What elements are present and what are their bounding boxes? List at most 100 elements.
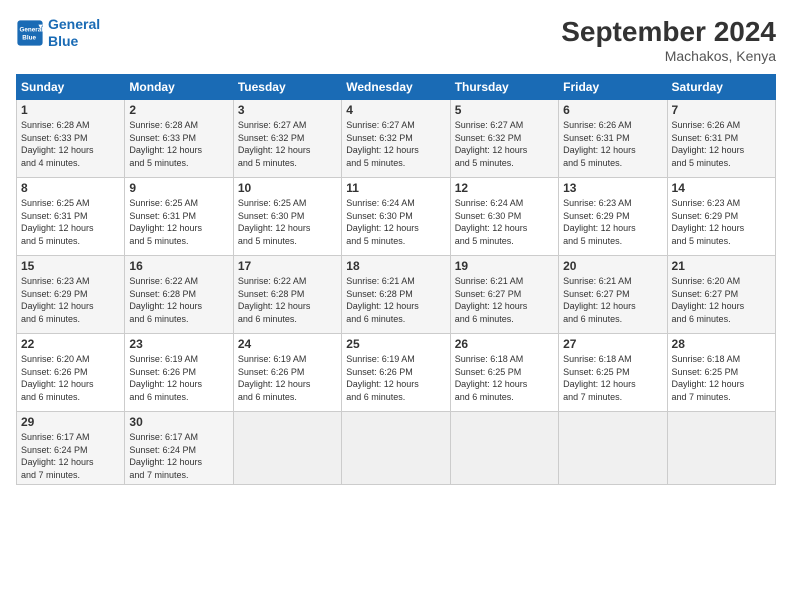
day-info: Sunrise: 6:18 AM Sunset: 6:25 PM Dayligh… — [563, 353, 662, 403]
table-row: 1 Sunrise: 6:28 AM Sunset: 6:33 PM Dayli… — [17, 100, 125, 178]
day-number: 18 — [346, 259, 445, 273]
day-info: Sunrise: 6:20 AM Sunset: 6:27 PM Dayligh… — [672, 275, 771, 325]
day-number: 16 — [129, 259, 228, 273]
table-row: 25 Sunrise: 6:19 AM Sunset: 6:26 PM Dayl… — [342, 334, 450, 412]
day-number: 21 — [672, 259, 771, 273]
day-info: Sunrise: 6:23 AM Sunset: 6:29 PM Dayligh… — [21, 275, 120, 325]
logo-text: General Blue — [48, 16, 100, 50]
table-row: 20 Sunrise: 6:21 AM Sunset: 6:27 PM Dayl… — [559, 256, 667, 334]
day-number: 7 — [672, 103, 771, 117]
table-row: 21 Sunrise: 6:20 AM Sunset: 6:27 PM Dayl… — [667, 256, 775, 334]
day-info: Sunrise: 6:23 AM Sunset: 6:29 PM Dayligh… — [672, 197, 771, 247]
table-row — [450, 412, 558, 485]
calendar: Sunday Monday Tuesday Wednesday Thursday… — [16, 74, 776, 485]
day-number: 28 — [672, 337, 771, 351]
day-number: 8 — [21, 181, 120, 195]
month-title: September 2024 — [561, 16, 776, 48]
day-number: 5 — [455, 103, 554, 117]
col-tuesday: Tuesday — [233, 75, 341, 100]
day-info: Sunrise: 6:18 AM Sunset: 6:25 PM Dayligh… — [455, 353, 554, 403]
col-friday: Friday — [559, 75, 667, 100]
table-row: 28 Sunrise: 6:18 AM Sunset: 6:25 PM Dayl… — [667, 334, 775, 412]
calendar-row: 29 Sunrise: 6:17 AM Sunset: 6:24 PM Dayl… — [17, 412, 776, 485]
table-row: 11 Sunrise: 6:24 AM Sunset: 6:30 PM Dayl… — [342, 178, 450, 256]
day-info: Sunrise: 6:25 AM Sunset: 6:30 PM Dayligh… — [238, 197, 337, 247]
day-number: 14 — [672, 181, 771, 195]
table-row — [233, 412, 341, 485]
day-info: Sunrise: 6:25 AM Sunset: 6:31 PM Dayligh… — [21, 197, 120, 247]
day-number: 3 — [238, 103, 337, 117]
table-row — [667, 412, 775, 485]
location-title: Machakos, Kenya — [561, 48, 776, 64]
day-info: Sunrise: 6:27 AM Sunset: 6:32 PM Dayligh… — [346, 119, 445, 169]
calendar-row: 15 Sunrise: 6:23 AM Sunset: 6:29 PM Dayl… — [17, 256, 776, 334]
calendar-header-row: Sunday Monday Tuesday Wednesday Thursday… — [17, 75, 776, 100]
col-sunday: Sunday — [17, 75, 125, 100]
day-number: 20 — [563, 259, 662, 273]
header: General Blue General Blue September 2024… — [16, 16, 776, 64]
calendar-row: 22 Sunrise: 6:20 AM Sunset: 6:26 PM Dayl… — [17, 334, 776, 412]
day-info: Sunrise: 6:19 AM Sunset: 6:26 PM Dayligh… — [129, 353, 228, 403]
logo-icon: General Blue — [16, 19, 44, 47]
day-info: Sunrise: 6:26 AM Sunset: 6:31 PM Dayligh… — [672, 119, 771, 169]
table-row: 19 Sunrise: 6:21 AM Sunset: 6:27 PM Dayl… — [450, 256, 558, 334]
day-info: Sunrise: 6:27 AM Sunset: 6:32 PM Dayligh… — [455, 119, 554, 169]
table-row: 29 Sunrise: 6:17 AM Sunset: 6:24 PM Dayl… — [17, 412, 125, 485]
col-saturday: Saturday — [667, 75, 775, 100]
day-info: Sunrise: 6:19 AM Sunset: 6:26 PM Dayligh… — [238, 353, 337, 403]
day-number: 9 — [129, 181, 228, 195]
table-row: 4 Sunrise: 6:27 AM Sunset: 6:32 PM Dayli… — [342, 100, 450, 178]
day-info: Sunrise: 6:21 AM Sunset: 6:27 PM Dayligh… — [563, 275, 662, 325]
page: General Blue General Blue September 2024… — [0, 0, 792, 612]
table-row: 26 Sunrise: 6:18 AM Sunset: 6:25 PM Dayl… — [450, 334, 558, 412]
svg-text:General: General — [20, 26, 44, 33]
day-number: 29 — [21, 415, 120, 429]
table-row — [559, 412, 667, 485]
table-row: 10 Sunrise: 6:25 AM Sunset: 6:30 PM Dayl… — [233, 178, 341, 256]
day-number: 13 — [563, 181, 662, 195]
table-row: 8 Sunrise: 6:25 AM Sunset: 6:31 PM Dayli… — [17, 178, 125, 256]
table-row: 5 Sunrise: 6:27 AM Sunset: 6:32 PM Dayli… — [450, 100, 558, 178]
day-info: Sunrise: 6:28 AM Sunset: 6:33 PM Dayligh… — [21, 119, 120, 169]
table-row: 24 Sunrise: 6:19 AM Sunset: 6:26 PM Dayl… — [233, 334, 341, 412]
logo: General Blue General Blue — [16, 16, 100, 50]
day-info: Sunrise: 6:18 AM Sunset: 6:25 PM Dayligh… — [672, 353, 771, 403]
table-row: 12 Sunrise: 6:24 AM Sunset: 6:30 PM Dayl… — [450, 178, 558, 256]
day-info: Sunrise: 6:26 AM Sunset: 6:31 PM Dayligh… — [563, 119, 662, 169]
day-info: Sunrise: 6:23 AM Sunset: 6:29 PM Dayligh… — [563, 197, 662, 247]
day-number: 11 — [346, 181, 445, 195]
col-monday: Monday — [125, 75, 233, 100]
col-wednesday: Wednesday — [342, 75, 450, 100]
table-row: 22 Sunrise: 6:20 AM Sunset: 6:26 PM Dayl… — [17, 334, 125, 412]
title-area: September 2024 Machakos, Kenya — [561, 16, 776, 64]
day-info: Sunrise: 6:21 AM Sunset: 6:27 PM Dayligh… — [455, 275, 554, 325]
day-number: 17 — [238, 259, 337, 273]
table-row: 2 Sunrise: 6:28 AM Sunset: 6:33 PM Dayli… — [125, 100, 233, 178]
day-number: 6 — [563, 103, 662, 117]
day-number: 1 — [21, 103, 120, 117]
table-row: 14 Sunrise: 6:23 AM Sunset: 6:29 PM Dayl… — [667, 178, 775, 256]
logo-line2: Blue — [48, 33, 78, 49]
day-number: 19 — [455, 259, 554, 273]
day-number: 23 — [129, 337, 228, 351]
table-row: 18 Sunrise: 6:21 AM Sunset: 6:28 PM Dayl… — [342, 256, 450, 334]
calendar-row: 1 Sunrise: 6:28 AM Sunset: 6:33 PM Dayli… — [17, 100, 776, 178]
col-thursday: Thursday — [450, 75, 558, 100]
table-row: 16 Sunrise: 6:22 AM Sunset: 6:28 PM Dayl… — [125, 256, 233, 334]
day-number: 12 — [455, 181, 554, 195]
logo-line1: General — [48, 16, 100, 32]
svg-text:Blue: Blue — [22, 34, 36, 41]
day-info: Sunrise: 6:21 AM Sunset: 6:28 PM Dayligh… — [346, 275, 445, 325]
table-row: 17 Sunrise: 6:22 AM Sunset: 6:28 PM Dayl… — [233, 256, 341, 334]
table-row: 30 Sunrise: 6:17 AM Sunset: 6:24 PM Dayl… — [125, 412, 233, 485]
table-row: 23 Sunrise: 6:19 AM Sunset: 6:26 PM Dayl… — [125, 334, 233, 412]
day-number: 15 — [21, 259, 120, 273]
day-info: Sunrise: 6:17 AM Sunset: 6:24 PM Dayligh… — [21, 431, 120, 481]
table-row: 9 Sunrise: 6:25 AM Sunset: 6:31 PM Dayli… — [125, 178, 233, 256]
day-number: 27 — [563, 337, 662, 351]
day-number: 26 — [455, 337, 554, 351]
table-row: 6 Sunrise: 6:26 AM Sunset: 6:31 PM Dayli… — [559, 100, 667, 178]
day-number: 30 — [129, 415, 228, 429]
table-row: 27 Sunrise: 6:18 AM Sunset: 6:25 PM Dayl… — [559, 334, 667, 412]
day-number: 24 — [238, 337, 337, 351]
